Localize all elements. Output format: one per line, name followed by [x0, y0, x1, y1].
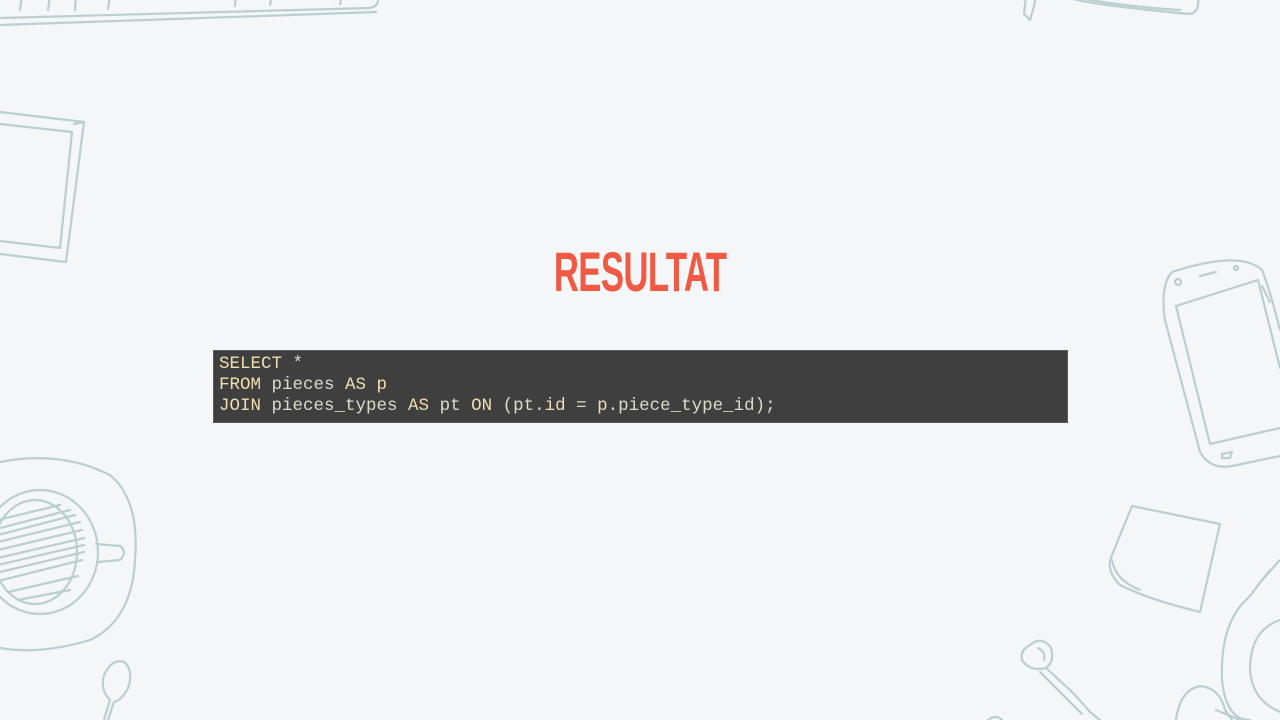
- slide-title-text: RESULTAT: [553, 240, 727, 303]
- slide-title: RESULTAT: [0, 236, 1280, 308]
- code-text: *: [282, 354, 304, 374]
- code-text: (pt.: [492, 396, 545, 416]
- keyword-select: SELECT: [219, 354, 283, 374]
- spoon-sketch-icon: [101, 660, 132, 720]
- alias-p-ref: p: [597, 396, 608, 416]
- alias-p: p: [366, 375, 388, 395]
- code-text: pt: [429, 396, 472, 416]
- code-line-2: FROM pieces AS p: [219, 375, 1067, 396]
- code-text: pieces_types: [261, 396, 409, 416]
- coffee-cup-sketch-icon: [0, 457, 137, 652]
- field-id: id: [544, 396, 566, 416]
- code-text: .piece_type_id);: [607, 396, 776, 416]
- sql-code-block: SELECT * FROM pieces AS p JOIN pieces_type…: [213, 350, 1068, 423]
- keyword-as: AS: [408, 396, 430, 416]
- slide: RESULTAT SELECT * FROM pieces AS p JOIN pi…: [0, 0, 1280, 720]
- earphones-sketch-icon: [986, 558, 1280, 720]
- code-line-3: JOIN pieces_types AS pt ON (pt.id = p.pi…: [219, 396, 1067, 417]
- keyword-join: JOIN: [219, 396, 262, 416]
- code-text: pieces: [261, 375, 346, 395]
- code-text: =: [565, 396, 598, 416]
- keyword-on: ON: [471, 396, 493, 416]
- keyword-as: AS: [345, 375, 367, 395]
- code-line-1: SELECT *: [219, 354, 1067, 375]
- keyword-from: FROM: [219, 375, 262, 395]
- keyboard-sketch-icon: [0, 0, 380, 27]
- notepad-sketch-icon: [1108, 504, 1222, 614]
- notebook-sketch-icon: [1022, 0, 1200, 22]
